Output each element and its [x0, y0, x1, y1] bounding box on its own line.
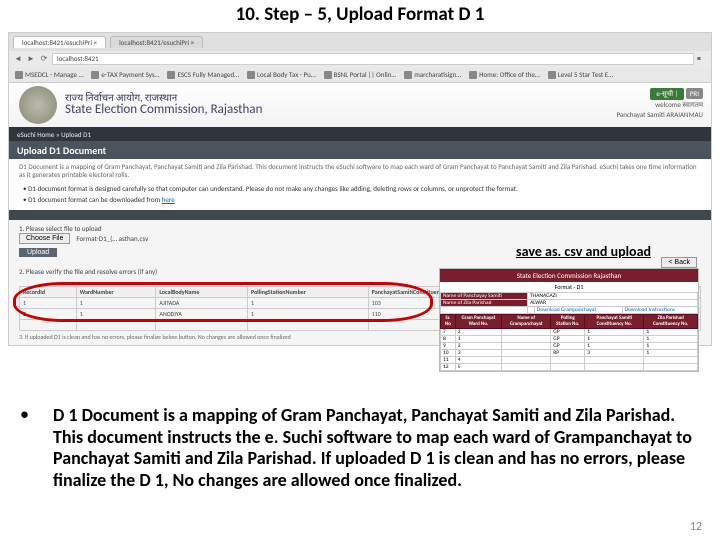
menu-icon[interactable]: ≡: [697, 54, 707, 64]
user-text: Panchayat Samiti ARAIANMAU: [616, 110, 703, 119]
forward-icon[interactable]: ►: [26, 54, 36, 64]
table-row: 103RP31: [441, 350, 698, 357]
address-input[interactable]: localhost:8421: [52, 53, 694, 65]
welcome-text: welcome स्वागतम: [616, 100, 703, 110]
emblem-icon: [19, 86, 57, 124]
th: PollingStationNumber: [247, 286, 368, 297]
excel-kv: Name of Panchayay SamitiTHANAGAZI Name o…: [440, 292, 698, 314]
excel-preview: State Election Commission Rajasthan Form…: [439, 268, 699, 372]
bookmark[interactable]: Home: Office of the…: [469, 70, 540, 79]
bullet-2-prefix: D1 document format can be downloaded fro…: [28, 195, 162, 204]
back-icon[interactable]: ◄: [13, 54, 23, 64]
bookmarks-bar: MSEDCL - Manage … e-TAX Payment Sys… ESC…: [9, 67, 711, 83]
banner-english: State Election Commission, Rajasthan: [65, 103, 262, 117]
table-row: 72GP11: [441, 329, 698, 336]
browser-address-bar: ◄ ► ⟳ localhost:8421 ≡: [9, 51, 711, 67]
table-row: 92GP11: [441, 343, 698, 350]
upload-button[interactable]: Upload: [19, 248, 57, 257]
th: WardNumber: [76, 286, 156, 297]
reload-icon[interactable]: ⟳: [39, 54, 49, 64]
bookmark[interactable]: MSEDCL - Manage …: [15, 70, 83, 79]
excel-data-table: Sr. NoGram Panchayat Ward No.Name of Gra…: [440, 314, 698, 371]
th: LocalBodyName: [156, 286, 248, 297]
save-as-label: save as. csv and upload: [516, 243, 651, 260]
browser-screenshot: localhost:8421/esuchiPri × localhost:842…: [8, 32, 712, 346]
page-content: D1 Document is a mapping of Gram Panchay…: [9, 159, 711, 210]
page-heading-bar: Upload D1 Document: [9, 141, 711, 159]
bookmark[interactable]: e-TAX Payment Sys…: [91, 70, 159, 79]
pri-badge: PRI: [686, 88, 703, 99]
page-number: 12: [690, 520, 702, 534]
bullet-icon: •: [20, 405, 29, 423]
download-link[interactable]: here: [162, 195, 175, 204]
chosen-filename: Format-D1_(… asthan.csv: [76, 234, 148, 243]
bookmark[interactable]: Level 5 Star Test E…: [548, 70, 613, 79]
browser-tab[interactable]: localhost:8421/esuchiPri ×: [110, 36, 203, 48]
step-1-label: 1. Please select file to upload: [19, 224, 701, 233]
site-banner: राज्य निर्वाचन आयोग, राजस्थान State Elec…: [9, 83, 711, 127]
browser-tab[interactable]: localhost:8421/esuchiPri ×: [13, 36, 106, 48]
excel-title: State Election Commission Rajasthan: [440, 269, 698, 282]
esuchi-badge: e-सूची |: [650, 88, 683, 100]
bookmark[interactable]: Local Body Tax - Pu…: [247, 70, 316, 79]
table-row: 125: [441, 364, 698, 371]
divider-band: [9, 210, 711, 220]
page-heading: Upload D1 Document: [17, 144, 106, 157]
back-button[interactable]: < Back: [661, 257, 697, 268]
breadcrumb: eSuchi Home » Upload D1: [9, 127, 711, 141]
page-description: D1 Document is a mapping of Gram Panchay…: [19, 163, 701, 180]
choose-file-button[interactable]: Choose File: [19, 233, 70, 244]
bookmark[interactable]: BSNL Portal || Onlin…: [324, 70, 397, 79]
bookmark[interactable]: marcharatisign…: [404, 70, 461, 79]
info-bullets: • D1 document format is designed careful…: [23, 184, 701, 204]
note-text: D 1 Document is a mapping of Gram Pancha…: [53, 405, 700, 491]
slide-note: • D 1 Document is a mapping of Gram Panc…: [20, 405, 700, 491]
bookmark[interactable]: ESCS Fully Managed…: [167, 70, 239, 79]
excel-format: Format - D1: [440, 282, 698, 292]
th: RecordId: [20, 286, 77, 297]
bullet-1: D1 document format is designed carefully…: [28, 184, 518, 193]
browser-tabbar: localhost:8421/esuchiPri × localhost:842…: [9, 33, 711, 51]
slide-title: 10. Step – 5, Upload Format D 1: [0, 0, 720, 32]
table-row: 81GP11: [441, 336, 698, 343]
table-row: 114: [441, 357, 698, 364]
